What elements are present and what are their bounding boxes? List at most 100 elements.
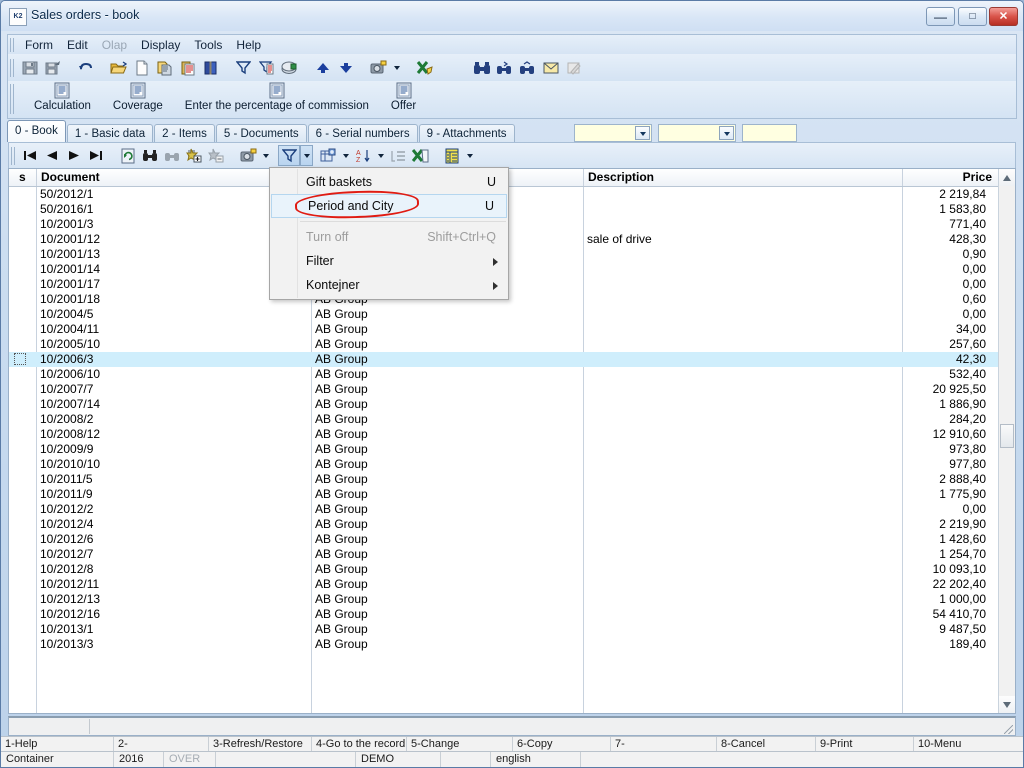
table-row[interactable]: 10/2007/7 AB Group 20 925,50 [9,382,1015,397]
filter-dropdown-button[interactable] [300,145,313,166]
row-selector[interactable] [14,533,26,545]
toolbar-grip[interactable] [10,37,15,52]
table-row[interactable]: 10/2009/9 AB Group 973,80 [9,442,1015,457]
table-row[interactable]: 10/2012/11 AB Group 22 202,40 [9,577,1015,592]
function-key-8[interactable]: 8-Cancel [717,737,816,751]
function-key-4[interactable]: 4-Go to the record [312,737,407,751]
table-row[interactable]: 10/2004/5 AB Group 0,00 [9,307,1015,322]
table-row[interactable]: 50/2016/1 1 583,80 [9,202,1015,217]
filter-edit-button[interactable] [255,57,278,79]
toolbar-grip[interactable] [10,58,15,77]
row-selector[interactable] [14,218,26,230]
toolbar-grip[interactable] [11,146,16,165]
menu-item-kontejner[interactable]: Kontejner [270,273,508,297]
undo-button[interactable] [74,57,97,79]
column-header-price[interactable]: Price [903,169,998,186]
vertical-scrollbar[interactable] [998,169,1015,713]
row-selector[interactable] [14,203,26,215]
add-record-button[interactable] [183,145,205,166]
function-key-1[interactable]: 1-Help [1,737,114,751]
row-selector[interactable] [14,248,26,260]
camera-dropdown-button[interactable] [390,57,403,78]
last-record-button[interactable] [85,145,107,166]
first-record-button[interactable] [19,145,41,166]
menu-item-filter[interactable]: Filter [270,249,508,273]
row-selector[interactable] [14,593,26,605]
row-selector[interactable] [14,323,26,335]
previous-record-button[interactable] [41,145,63,166]
tab-basic-data[interactable]: 1 - Basic data [66,124,154,142]
tab-field-3[interactable] [741,124,797,142]
scroll-up-button[interactable] [999,169,1015,186]
table-row[interactable]: 10/2012/7 AB Group 1 254,70 [9,547,1015,562]
function-key-10[interactable]: 10-Menu [914,737,1024,751]
save-button[interactable] [18,57,41,79]
close-button[interactable]: ✕ [989,7,1018,26]
table-row[interactable]: 10/2001/3 771,40 [9,217,1015,232]
menu-item-period-and-city[interactable]: Period and City U [271,194,507,218]
menu-item-gift-baskets[interactable]: Gift baskets U [270,170,508,194]
new-document-button[interactable] [130,57,153,79]
export-excel-button[interactable] [409,145,431,166]
sort-button[interactable]: A Z [352,145,374,166]
chevron-down-icon[interactable] [634,126,650,140]
coverage-button[interactable]: Coverage [107,81,169,112]
table-row[interactable]: 10/2001/12 sale of drive 428,30 [9,232,1015,247]
row-selector[interactable] [14,278,26,290]
function-key-3[interactable]: 3-Refresh/Restore [209,737,312,751]
column-header-s[interactable]: s [9,169,37,186]
row-selector[interactable] [14,353,26,365]
table-row[interactable]: 10/2001/18AB Group0,60 [9,292,1015,307]
table-row[interactable]: 10/2011/5 AB Group 2 888,40 [9,472,1015,487]
row-selector[interactable] [14,368,26,380]
table-row[interactable]: 10/2012/13 AB Group 1 000,00 [9,592,1015,607]
find-button[interactable] [139,145,161,166]
row-selector[interactable] [14,383,26,395]
menu-item-tools[interactable]: Tools [187,36,229,54]
function-key-6[interactable]: 6-Copy [513,737,611,751]
sort-dropdown-button[interactable] [374,145,387,166]
row-selector[interactable] [14,563,26,575]
columns-dropdown-button[interactable] [463,145,476,166]
find-first-button[interactable] [493,57,516,79]
tab-items[interactable]: 2 - Items [154,124,215,142]
row-selector[interactable] [14,488,26,500]
tab-combo-1[interactable] [573,124,652,142]
function-key-9[interactable]: 9-Print [816,737,914,751]
commission-button[interactable]: Enter the percentage of commission [179,81,375,112]
table-row[interactable]: 10/2008/2 AB Group 284,20 [9,412,1015,427]
table-row[interactable]: 10/2012/2 AB Group 0,00 [9,502,1015,517]
table-row[interactable]: 10/2013/1 AB Group 9 487,50 [9,622,1015,637]
move-up-button[interactable] [311,57,334,79]
table-row[interactable]: 10/2006/10 AB Group 532,40 [9,367,1015,382]
refresh-button[interactable] [117,145,139,166]
table-row[interactable]: 10/2013/3 AB Group 189,40 [9,637,1015,652]
toolbar-grip[interactable] [10,84,15,114]
camera-button[interactable] [237,145,259,166]
camera-button[interactable] [367,57,390,79]
table-row[interactable]: 10/2004/11 AB Group 34,00 [9,322,1015,337]
row-selector[interactable] [14,263,26,275]
next-record-button[interactable] [63,145,85,166]
row-selector[interactable] [14,338,26,350]
group-dropdown-button[interactable] [339,145,352,166]
filter-button[interactable] [232,57,255,79]
offer-button[interactable]: Offer [385,81,422,112]
scrollbar-thumb[interactable] [1000,424,1014,448]
menu-item-form[interactable]: Form [18,36,60,54]
table-row[interactable]: 10/2006/3 AB Group 42,30 [9,352,1015,367]
paste-button[interactable] [176,57,199,79]
move-down-button[interactable] [334,57,357,79]
columns-button[interactable] [441,145,463,166]
find-next-button[interactable] [516,57,539,79]
copy-button[interactable] [153,57,176,79]
table-row[interactable]: 10/2012/8 AB Group 10 093,10 [9,562,1015,577]
function-key-2[interactable]: 2- [114,737,209,751]
row-selector[interactable] [14,458,26,470]
tab-combo-2[interactable] [657,124,736,142]
filter-button[interactable] [278,145,300,166]
function-key-5[interactable]: 5-Change [407,737,513,751]
table-row[interactable]: 50/2012/1 2 219,84 [9,187,1015,202]
row-selector[interactable] [14,548,26,560]
find-button[interactable] [470,57,493,79]
